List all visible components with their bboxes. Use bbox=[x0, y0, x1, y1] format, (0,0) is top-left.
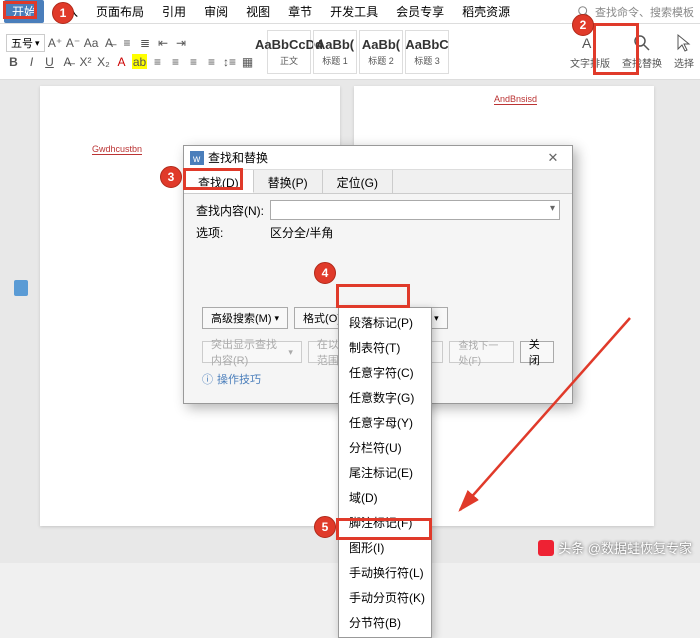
close-icon[interactable]: ✕ bbox=[540, 150, 566, 166]
cursor-icon bbox=[674, 33, 694, 53]
right-tools: A 文字排版 查找替换 选择 bbox=[570, 33, 694, 70]
search-placeholder: 查找命令、搜索模板 bbox=[595, 4, 694, 20]
menu-paragraph-mark[interactable]: 段落标记(P) bbox=[339, 310, 431, 335]
special-format-menu: 段落标记(P) 制表符(T) 任意字符(C) 任意数字(G) 任意字母(Y) 分… bbox=[338, 307, 432, 638]
dialog-titlebar[interactable]: w 查找和替换 ✕ bbox=[184, 146, 572, 170]
callout-5: 5 bbox=[314, 516, 336, 538]
info-icon: ⓘ bbox=[202, 371, 213, 387]
menu-any-char[interactable]: 任意字符(C) bbox=[339, 360, 431, 385]
highlight-icon[interactable]: ab bbox=[132, 54, 147, 69]
highlight-results-button[interactable]: 突出显示查找内容(R)▾ bbox=[202, 341, 302, 363]
doc-panel-icon[interactable] bbox=[14, 280, 28, 296]
options-label: 选项: bbox=[196, 224, 270, 241]
style-h2[interactable]: AaBb(标题 2 bbox=[359, 30, 403, 74]
menu-section-break[interactable]: 分节符(B) bbox=[339, 610, 431, 635]
find-replace-icon bbox=[632, 33, 652, 53]
indent-right-icon[interactable]: ⇥ bbox=[174, 36, 189, 51]
callout-4: 4 bbox=[314, 262, 336, 284]
line-spacing-icon[interactable]: ↕≡ bbox=[222, 54, 237, 69]
tab-layout[interactable]: 页面布局 bbox=[88, 0, 152, 23]
dialog-title: 查找和替换 bbox=[208, 149, 268, 166]
svg-text:A: A bbox=[582, 35, 592, 51]
shading-icon[interactable]: ▦ bbox=[240, 54, 255, 69]
style-h1[interactable]: AaBb(标题 1 bbox=[313, 30, 357, 74]
menu-graphic[interactable]: 图形(I) bbox=[339, 535, 431, 560]
tab-member[interactable]: 会员专享 bbox=[388, 0, 452, 23]
clear-format-icon[interactable]: A̶ bbox=[102, 36, 117, 51]
tab-devtools[interactable]: 开发工具 bbox=[322, 0, 386, 23]
text-layout-icon: A bbox=[580, 33, 600, 53]
watermark-icon bbox=[538, 540, 554, 556]
decrease-font-icon[interactable]: A⁻ bbox=[66, 36, 81, 51]
bullets-icon[interactable]: ≡ bbox=[120, 36, 135, 51]
text-layout-button[interactable]: A 文字排版 bbox=[570, 33, 610, 70]
menu-field[interactable]: 域(D) bbox=[339, 485, 431, 510]
font-color-icon[interactable]: A bbox=[114, 54, 129, 69]
svg-text:w: w bbox=[192, 154, 201, 165]
menu-column-break[interactable]: 分栏符(U) bbox=[339, 435, 431, 460]
tab-sections[interactable]: 章节 bbox=[280, 0, 320, 23]
indent-left-icon[interactable]: ⇤ bbox=[156, 36, 171, 51]
tab-find[interactable]: 查找(D) bbox=[184, 170, 254, 193]
menu-manual-pagebreak[interactable]: 手动分页符(K) bbox=[339, 585, 431, 610]
menu-any-digit[interactable]: 任意数字(G) bbox=[339, 385, 431, 410]
menu-endnote-mark[interactable]: 尾注标记(E) bbox=[339, 460, 431, 485]
close-button[interactable]: 关闭 bbox=[520, 341, 554, 363]
tab-review[interactable]: 审阅 bbox=[196, 0, 236, 23]
tab-resources[interactable]: 稻壳资源 bbox=[454, 0, 518, 23]
watermark: 头条 @数据蛙恢复专家 bbox=[538, 538, 692, 557]
tab-goto[interactable]: 定位(G) bbox=[323, 170, 393, 193]
change-case-icon[interactable]: Aa bbox=[84, 36, 99, 51]
sub-icon[interactable]: X₂ bbox=[96, 54, 111, 69]
numbering-icon[interactable]: ≣ bbox=[138, 36, 153, 51]
select-button[interactable]: 选择 bbox=[674, 33, 694, 70]
page2-text: AndBnsisd bbox=[494, 94, 537, 105]
style-gallery: AaBbCcDd正文 AaBb(标题 1 AaBb(标题 2 AaBbC标题 3 bbox=[267, 30, 449, 74]
font-group: 五号 ▾ A⁺ A⁻ Aa A̶ ≡ ≣ ⇤ ⇥ B I U A̶ X² X₂ … bbox=[6, 34, 255, 69]
tab-view[interactable]: 视图 bbox=[238, 0, 278, 23]
find-replace-button[interactable]: 查找替换 bbox=[622, 33, 662, 70]
find-next-button[interactable]: 查找下一处(F) bbox=[449, 341, 513, 363]
align-center-icon[interactable]: ≡ bbox=[168, 54, 183, 69]
page1-text: Gwdhcustbn bbox=[92, 144, 142, 155]
tab-replace[interactable]: 替换(P) bbox=[254, 170, 323, 193]
justify-icon[interactable]: ≡ bbox=[204, 54, 219, 69]
super-icon[interactable]: X² bbox=[78, 54, 93, 69]
align-right-icon[interactable]: ≡ bbox=[186, 54, 201, 69]
dialog-icon: w bbox=[190, 151, 204, 165]
tab-start[interactable]: 开始 bbox=[4, 0, 44, 23]
menu-manual-linebreak[interactable]: 手动换行符(L) bbox=[339, 560, 431, 585]
find-content-input[interactable] bbox=[270, 200, 560, 220]
italic-icon[interactable]: I bbox=[24, 54, 39, 69]
callout-3: 3 bbox=[160, 166, 182, 188]
menu-any-letter[interactable]: 任意字母(Y) bbox=[339, 410, 431, 435]
strike-icon[interactable]: A̶ bbox=[60, 54, 75, 69]
toolbar: 五号 ▾ A⁺ A⁻ Aa A̶ ≡ ≣ ⇤ ⇥ B I U A̶ X² X₂ … bbox=[0, 24, 700, 80]
callout-2: 2 bbox=[572, 14, 594, 36]
tab-references[interactable]: 引用 bbox=[154, 0, 194, 23]
ribbon-tabs: 开始 插入 页面布局 引用 审阅 视图 章节 开发工具 会员专享 稻壳资源 查找… bbox=[0, 0, 700, 24]
advanced-search-button[interactable]: 高级搜索(M)▾ bbox=[202, 307, 288, 329]
increase-font-icon[interactable]: A⁺ bbox=[48, 36, 63, 51]
dialog-tabs: 查找(D) 替换(P) 定位(G) bbox=[184, 170, 572, 194]
align-left-icon[interactable]: ≡ bbox=[150, 54, 165, 69]
menu-tab-char[interactable]: 制表符(T) bbox=[339, 335, 431, 360]
style-normal[interactable]: AaBbCcDd正文 bbox=[267, 30, 311, 74]
font-size-select[interactable]: 五号 ▾ bbox=[6, 34, 45, 52]
underline-icon[interactable]: U bbox=[42, 54, 57, 69]
bold-icon[interactable]: B bbox=[6, 54, 21, 69]
menu-footnote-mark[interactable]: 脚注标记(F) bbox=[339, 510, 431, 535]
find-content-label: 查找内容(N): bbox=[196, 202, 270, 219]
options-value: 区分全/半角 bbox=[270, 224, 333, 241]
style-h3[interactable]: AaBbC标题 3 bbox=[405, 30, 449, 74]
callout-1: 1 bbox=[52, 2, 74, 24]
ribbon-search[interactable]: 查找命令、搜索模板 bbox=[577, 4, 700, 20]
